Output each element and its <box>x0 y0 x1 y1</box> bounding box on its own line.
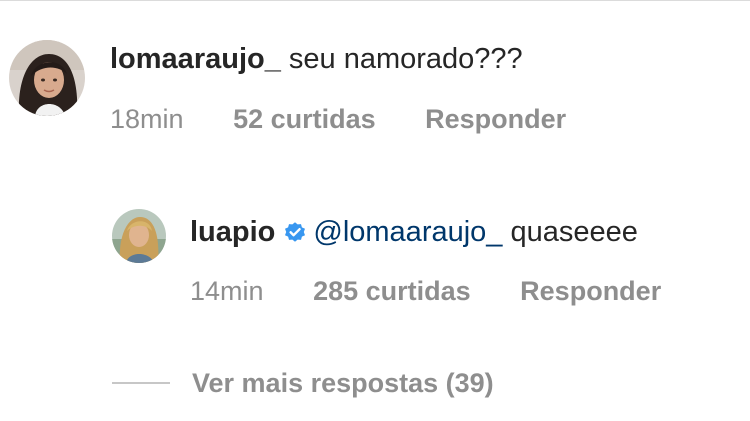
reply-username[interactable]: luapio <box>190 216 275 248</box>
reply-mention-link[interactable]: @lomaaraujo_ <box>313 216 502 248</box>
comment-username[interactable]: lomaaraujo_ <box>110 43 281 75</box>
reply-reply-button[interactable]: Responder <box>520 276 661 306</box>
comment-text: seu namorado??? <box>288 43 523 75</box>
comment-meta: 18min 52 curtidas Responder <box>110 102 566 136</box>
reply-time: 14min <box>190 276 264 306</box>
reply-text: quaseeee <box>510 216 638 248</box>
verified-badge-icon <box>283 217 307 253</box>
comment-time: 18min <box>110 104 184 134</box>
view-more-replies-button[interactable]: Ver mais respostas (39) <box>112 366 494 400</box>
avatar-lomaaraujo[interactable] <box>9 40 85 116</box>
view-more-divider <box>112 382 170 384</box>
top-divider <box>0 0 750 1</box>
comment-likes[interactable]: 52 curtidas <box>233 104 376 134</box>
comment-reply-button[interactable]: Responder <box>425 104 566 134</box>
reply-meta: 14min 285 curtidas Responder <box>190 274 661 308</box>
reply-text-line: luapio @lomaaraujo_ quaseeee <box>190 214 638 253</box>
reply-likes[interactable]: 285 curtidas <box>313 276 471 306</box>
comment-text-line: lomaaraujo_ seu namorado??? <box>110 41 523 77</box>
avatar-luapio[interactable] <box>112 209 166 263</box>
view-more-replies-label: Ver mais respostas (39) <box>192 368 494 398</box>
